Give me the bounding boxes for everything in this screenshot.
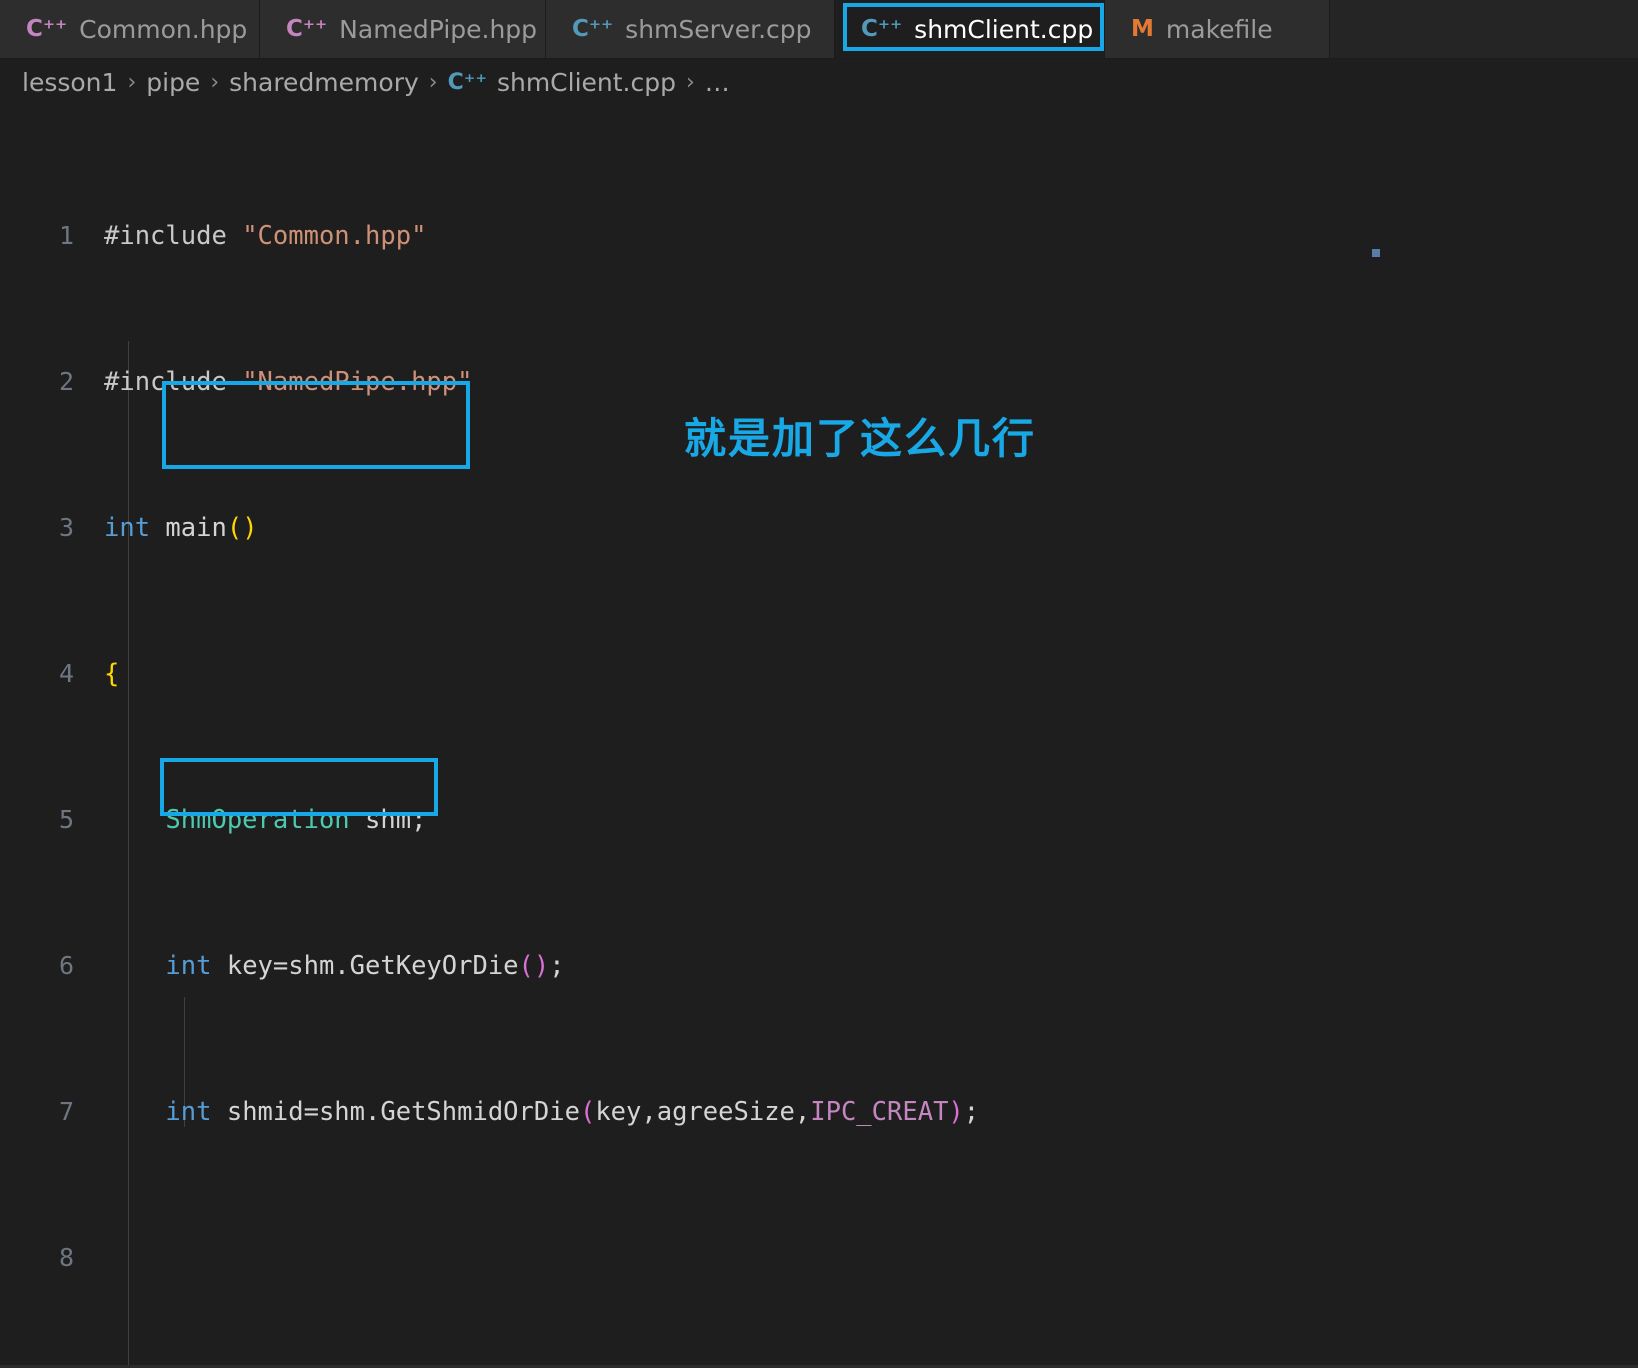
code-line: 2 #include "NamedPipe.hpp" — [0, 364, 1638, 401]
code-line: 1 #include "Common.hpp" — [0, 218, 1638, 255]
cpp-file-icon: C⁺⁺ — [286, 15, 328, 42]
cpp-file-icon: C⁺⁺ — [572, 15, 614, 42]
code-line: 8 — [0, 1240, 1638, 1277]
chevron-right-icon: › — [685, 69, 695, 95]
tab-shmserver-cpp[interactable]: C⁺⁺ shmServer.cpp — [546, 0, 835, 58]
line-number: 8 — [58, 1242, 74, 1272]
code-line: 3 int main() — [0, 510, 1638, 547]
breadcrumb-item-pipe[interactable]: pipe — [146, 68, 200, 97]
breadcrumb-item-lesson1[interactable]: lesson1 — [22, 68, 117, 97]
code-line: 7 int shmid=shm.GetShmidOrDie(key,agreeS… — [0, 1094, 1638, 1131]
line-number: 7 — [58, 1096, 74, 1126]
tab-label: shmServer.cpp — [625, 14, 812, 44]
line-number: 2 — [58, 366, 74, 396]
code-line: 6 int key=shm.GetKeyOrDie(); — [0, 948, 1638, 985]
breadcrumb-item-shmclient-cpp[interactable]: shmClient.cpp — [497, 68, 676, 97]
chevron-right-icon: › — [210, 69, 220, 95]
code-line: 5 ShmOperation shm; — [0, 802, 1638, 839]
line-content: int shmid=shm.GetShmidOrDie(key,agreeSiz… — [165, 1096, 980, 1127]
chevron-right-icon: › — [127, 69, 137, 95]
tab-bar-filler — [1330, 0, 1638, 58]
line-content: #include "Common.hpp" — [104, 220, 427, 251]
makefile-icon: M — [1131, 15, 1154, 42]
cpp-file-icon: C⁺⁺ — [447, 69, 487, 95]
line-number: 6 — [58, 950, 74, 980]
line-number: 3 — [58, 512, 74, 542]
tab-label: Common.hpp — [79, 14, 248, 44]
tab-namedpipe-hpp[interactable]: C⁺⁺ NamedPipe.hpp — [260, 0, 546, 58]
breadcrumb: lesson1 › pipe › sharedmemory › C⁺⁺ shmC… — [0, 59, 1638, 105]
tab-label: makefile — [1165, 14, 1273, 44]
line-content: #include "NamedPipe.hpp" — [104, 366, 473, 397]
code-editor[interactable]: 1 #include "Common.hpp" 2 #include "NamedP… — [0, 105, 1638, 1368]
breadcrumb-item-sharedmemory[interactable]: sharedmemory — [229, 68, 419, 97]
cpp-file-icon: C⁺⁺ — [26, 15, 68, 42]
code-lines[interactable]: 1 #include "Common.hpp" 2 #include "NamedP… — [0, 105, 1638, 1368]
line-content: int main() — [104, 512, 258, 543]
line-number: 4 — [58, 658, 74, 688]
tab-label: shmClient.cpp — [914, 14, 1094, 44]
line-number: 1 — [58, 220, 74, 250]
editor-tab-bar: C⁺⁺ Common.hpp C⁺⁺ NamedPipe.hpp C⁺⁺ shm… — [0, 0, 1638, 59]
tab-label: NamedPipe.hpp — [339, 14, 538, 44]
tab-common-hpp[interactable]: C⁺⁺ Common.hpp — [0, 0, 260, 58]
tab-shmclient-cpp[interactable]: C⁺⁺ shmClient.cpp ✕ — [835, 0, 1131, 58]
tab-makefile[interactable]: M makefile — [1105, 0, 1330, 58]
annotation-note: 就是加了这么几行 — [684, 414, 1037, 463]
chevron-right-icon: › — [428, 69, 438, 95]
breadcrumb-item-more[interactable]: … — [705, 68, 730, 97]
line-content: ShmOperation shm; — [165, 804, 427, 835]
line-content: { — [104, 658, 120, 689]
line-content: int key=shm.GetKeyOrDie(); — [165, 950, 565, 981]
code-line: 4{ — [0, 656, 1638, 693]
cpp-file-icon: C⁺⁺ — [861, 15, 903, 42]
line-number: 5 — [58, 804, 74, 834]
